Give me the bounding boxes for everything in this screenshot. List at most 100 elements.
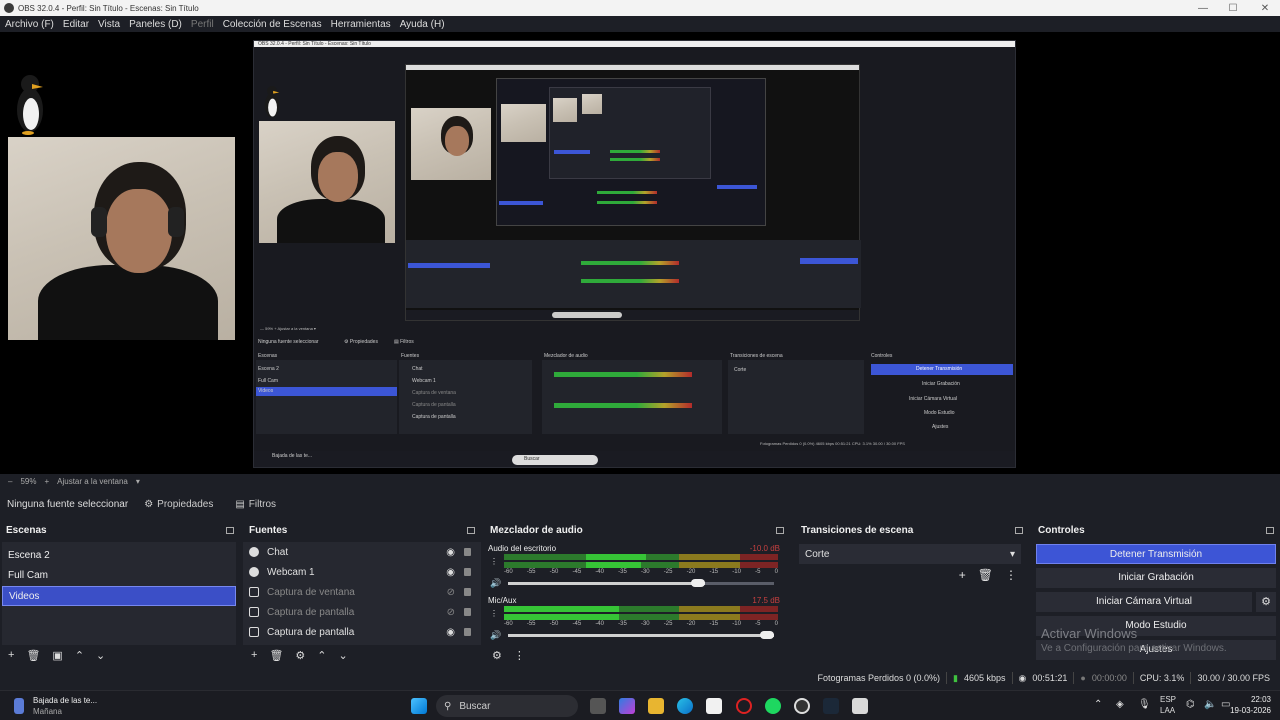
source-row[interactable]: Chat ◉ [243, 542, 481, 562]
maximize-button[interactable]: ☐ [1218, 0, 1248, 16]
menu-coleccion-escenas[interactable]: Colección de Escenas [223, 19, 322, 30]
start-virtual-camera-button[interactable]: Iniciar Cámara Virtual [1036, 592, 1252, 612]
lock-icon[interactable] [464, 628, 471, 636]
zoom-in-button[interactable]: + [44, 477, 49, 486]
filters-label: Filtros [248, 498, 277, 510]
network-icon[interactable]: ⌬ [1186, 699, 1195, 710]
properties-button[interactable]: ⚙ Propiedades [138, 497, 219, 512]
scene-item-selected[interactable]: Videos [2, 586, 236, 606]
app-icon[interactable] [852, 698, 868, 714]
microphone-icon[interactable]: 🎙 [1138, 699, 1151, 710]
menu-herramientas[interactable]: Herramientas [331, 19, 391, 30]
file-explorer-icon[interactable] [648, 698, 664, 714]
steam-icon[interactable] [823, 698, 839, 714]
eye-icon[interactable]: ◉ [446, 547, 455, 558]
channel-menu-icon[interactable]: ⋮ [490, 557, 498, 566]
gear-icon[interactable]: ⚙ [295, 649, 305, 662]
obs-icon[interactable] [794, 698, 810, 714]
stream-time: 00:51:21 [1032, 673, 1068, 683]
meter-ticks: -60 -55 -50 -45 -40 -35 -30 -25 -20 -15 -10 -5 0 [504, 569, 778, 575]
menu-paneles[interactable]: Paneles (D) [129, 19, 182, 30]
menu-perfil[interactable]: Perfil [191, 19, 214, 30]
menu-archivo[interactable]: Archivo (F) [5, 19, 54, 30]
source-row[interactable]: Captura de pantalla ◉ [243, 622, 481, 642]
tick-label: -20 [686, 621, 696, 627]
scene-item[interactable]: Escena 2 [2, 546, 236, 566]
add-scene-button[interactable]: + [8, 649, 14, 661]
scene-item[interactable]: Full Cam [2, 566, 236, 586]
sources-dock: Fuentes Chat ◉ Webcam 1 ◉ Captura de ven… [243, 522, 481, 665]
trash-icon[interactable]: 🗑 [978, 568, 993, 582]
preview-canvas[interactable]: OBS 32.0.4 - Perfil: Sin Título - Escena… [0, 32, 1280, 474]
undock-icon[interactable] [776, 526, 784, 534]
advanced-audio-icon[interactable]: ⚙ [492, 649, 502, 662]
trash-icon[interactable]: 🗑 [26, 649, 40, 662]
penguin-image [17, 75, 43, 135]
gear-icon[interactable]: ⚙ [1256, 592, 1276, 612]
scene-filter-icon[interactable]: ▣ [52, 649, 62, 662]
nested-obs-capture: OBS 32.0.4 - Perfil: Sin Título - Escena… [253, 40, 1016, 468]
lock-icon[interactable] [464, 588, 471, 596]
language-label[interactable]: ESP [1160, 695, 1176, 704]
lock-icon[interactable] [464, 608, 471, 616]
undock-icon[interactable] [226, 526, 234, 534]
task-view-icon[interactable] [590, 698, 606, 714]
start-recording-button[interactable]: Iniciar Grabación [1036, 568, 1276, 588]
clock-time[interactable]: 22:03 [1221, 695, 1271, 704]
volume-icon[interactable]: 🔈 [1204, 699, 1216, 710]
fit-window-dropdown[interactable]: Ajustar a la ventana [57, 477, 128, 486]
transition-menu-icon[interactable]: ⋮ [1005, 568, 1017, 582]
eye-icon[interactable]: ◉ [446, 567, 455, 578]
move-up-button[interactable]: ⌃ [75, 649, 84, 662]
opera-icon[interactable] [736, 698, 752, 714]
keyboard-label[interactable]: LAA [1160, 706, 1175, 715]
source-row[interactable]: Captura de ventana ⊘ [243, 582, 481, 602]
weather-icon[interactable] [14, 698, 24, 714]
undock-icon[interactable] [467, 526, 475, 534]
chevron-down-icon[interactable]: ▾ [136, 477, 140, 486]
windows-start-icon[interactable] [411, 698, 427, 714]
volume-slider[interactable] [508, 631, 774, 639]
transition-select[interactable]: Corte ▾ [799, 544, 1021, 564]
close-button[interactable]: ✕ [1250, 0, 1280, 16]
taskbar-search[interactable]: ⚲ Buscar [436, 695, 578, 717]
filters-button[interactable]: ▤ Filtros [229, 497, 282, 512]
menu-ayuda[interactable]: Ayuda (H) [400, 19, 445, 30]
minimize-button[interactable]: — [1188, 0, 1218, 16]
menu-editar[interactable]: Editar [63, 19, 89, 30]
menu-vista[interactable]: Vista [98, 19, 120, 30]
tick-label: -15 [709, 569, 719, 575]
tick-label: 0 [774, 569, 778, 575]
move-down-button[interactable]: ⌄ [339, 649, 348, 662]
move-down-button[interactable]: ⌄ [96, 649, 105, 662]
trash-icon[interactable]: 🗑 [269, 649, 283, 662]
lock-icon[interactable] [464, 548, 471, 556]
speaker-icon[interactable]: 🔊 [490, 578, 501, 589]
tray-chevron-icon[interactable]: ⌃ [1094, 699, 1102, 710]
edge-icon[interactable] [677, 698, 693, 714]
move-up-button[interactable]: ⌃ [317, 649, 326, 662]
mixer-menu-icon[interactable]: ⋮ [514, 649, 525, 662]
speaker-icon[interactable]: 🔊 [490, 630, 501, 641]
eye-icon[interactable]: ◉ [446, 627, 455, 638]
source-row[interactable]: Captura de pantalla ⊘ [243, 602, 481, 622]
copilot-icon[interactable] [619, 698, 635, 714]
undock-icon[interactable] [1015, 526, 1023, 534]
source-row[interactable]: Webcam 1 ◉ [243, 562, 481, 582]
eye-hidden-icon[interactable]: ⊘ [447, 587, 455, 598]
undock-icon[interactable] [1266, 526, 1274, 534]
notification-title[interactable]: Bajada de las te... [33, 696, 97, 705]
add-transition-button[interactable]: + [959, 568, 966, 582]
eye-hidden-icon[interactable]: ⊘ [447, 607, 455, 618]
tray-app-icon[interactable]: ◈ [1116, 699, 1124, 710]
lock-icon[interactable] [464, 568, 471, 576]
zoom-out-button[interactable]: – [8, 477, 12, 486]
dropped-frames: Fotogramas Perdidos 0 (0.0%) [817, 673, 941, 683]
stop-streaming-button[interactable]: Detener Transmisión [1036, 544, 1276, 564]
add-source-button[interactable]: + [251, 649, 257, 661]
spotify-icon[interactable] [765, 698, 781, 714]
volume-slider[interactable] [508, 579, 774, 587]
channel-menu-icon[interactable]: ⋮ [490, 609, 498, 618]
store-icon[interactable] [706, 698, 722, 714]
clock-date[interactable]: 19-03-2026 [1221, 706, 1271, 715]
